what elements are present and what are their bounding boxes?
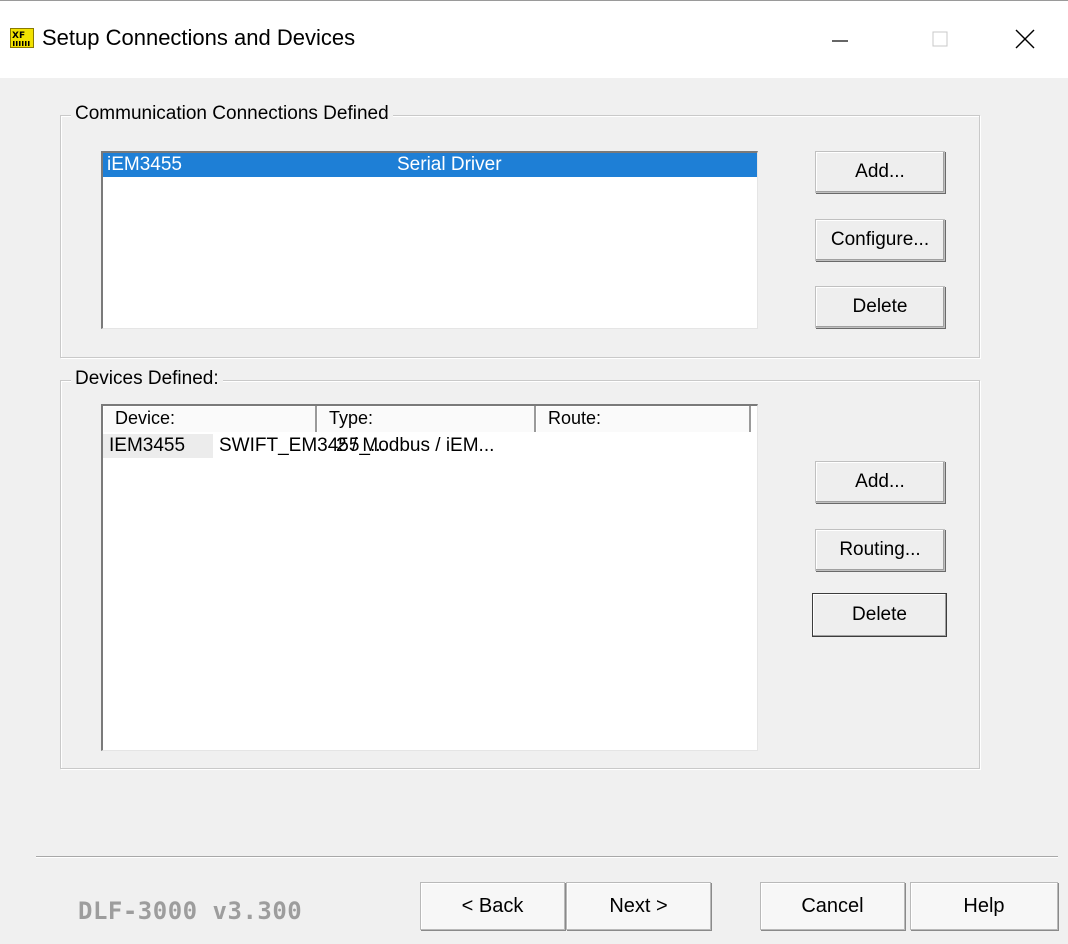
cancel-button[interactable]: Cancel (760, 882, 905, 930)
minimize-icon (832, 40, 848, 42)
connection-name: iEM3455 (107, 154, 182, 175)
connections-group-label: Communication Connections Defined (71, 103, 393, 125)
devices-column-header: Device: Type: Route: (103, 406, 751, 432)
device-row[interactable]: IEM3455 SWIFT_EM3455_... 2 / Modbus / iE… (103, 434, 494, 458)
device-cell-type: SWIFT_EM3455_... (219, 435, 386, 456)
column-header-route[interactable]: Route: (536, 406, 751, 432)
connections-list[interactable]: iEM3455 Serial Driver (101, 151, 758, 329)
app-icon: XF (10, 28, 34, 48)
version-label: DLF-3000 v3.300 (78, 897, 303, 925)
device-cell-route: 2 / Modbus / iEM... (336, 435, 495, 456)
connection-driver: Serial Driver (397, 154, 502, 175)
column-header-type[interactable]: Type: (317, 406, 536, 432)
maximize-button[interactable] (910, 15, 970, 63)
configure-connection-button[interactable]: Configure... (815, 219, 945, 261)
devices-group-label: Devices Defined: (71, 368, 223, 390)
title-bar: XF Setup Connections and Devices (0, 0, 1068, 78)
delete-connection-button[interactable]: Delete (815, 286, 945, 328)
footer-separator (36, 856, 1058, 858)
add-connection-button[interactable]: Add... (815, 151, 945, 193)
column-header-device[interactable]: Device: (103, 406, 317, 432)
window-title: Setup Connections and Devices (42, 25, 356, 50)
help-button[interactable]: Help (910, 882, 1058, 930)
next-button[interactable]: Next > (566, 882, 711, 930)
connection-row[interactable]: iEM3455 Serial Driver (103, 153, 757, 177)
svg-text:XF: XF (12, 31, 25, 41)
routing-button[interactable]: Routing... (815, 529, 945, 571)
maximize-icon (932, 31, 948, 47)
close-icon (1015, 29, 1035, 49)
back-button[interactable]: < Back (420, 882, 565, 930)
minimize-button[interactable] (810, 15, 870, 63)
add-device-button[interactable]: Add... (815, 461, 945, 503)
delete-device-button[interactable]: Delete (812, 593, 947, 637)
close-button[interactable] (995, 15, 1055, 63)
devices-list[interactable]: Device: Type: Route: IEM3455 SWIFT_EM345… (101, 404, 758, 751)
